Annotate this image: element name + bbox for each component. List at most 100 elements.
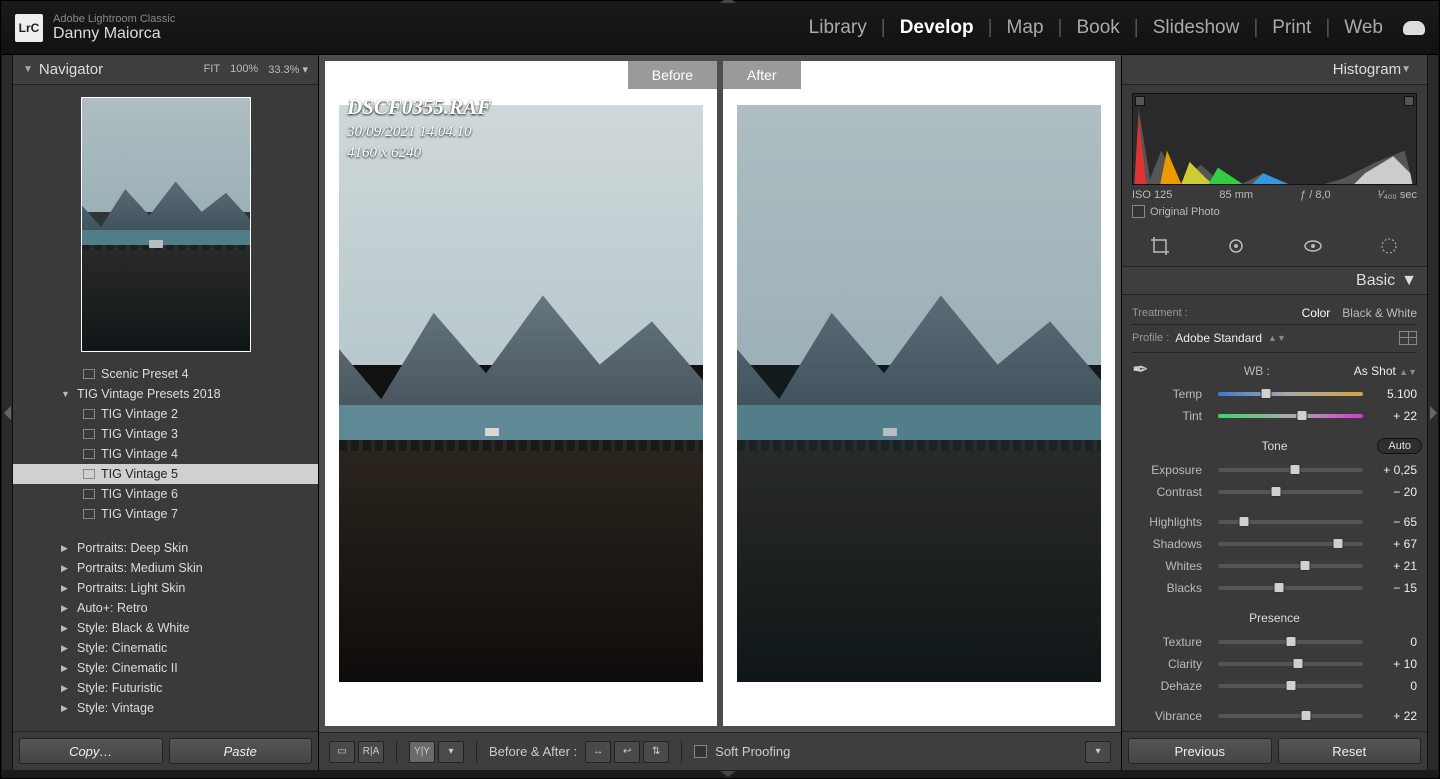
slider-knob[interactable] — [1289, 464, 1300, 475]
slider-knob[interactable] — [1271, 486, 1282, 497]
slider-knob[interactable] — [1260, 388, 1271, 399]
after-pane[interactable]: After — [723, 61, 1115, 726]
preset-group[interactable]: ▶Portraits: Medium Skin — [13, 558, 318, 578]
crop-tool-icon[interactable] — [1150, 236, 1170, 256]
slider-knob[interactable] — [1300, 560, 1311, 571]
auto-button[interactable]: Auto — [1377, 438, 1422, 454]
slider-track[interactable] — [1218, 520, 1363, 524]
histogram[interactable] — [1132, 93, 1417, 185]
preset-group[interactable]: ▶Style: Black & White — [13, 618, 318, 638]
module-slideshow[interactable]: Slideshow — [1153, 17, 1240, 39]
presets-list[interactable]: Scenic Preset 4▼TIG Vintage Presets 2018… — [13, 364, 318, 731]
mask-tool-icon[interactable] — [1379, 236, 1399, 256]
module-library[interactable]: Library — [809, 17, 867, 39]
slider-value[interactable]: + 0,25 — [1371, 463, 1417, 477]
slider-track[interactable] — [1218, 586, 1363, 590]
slider-value[interactable]: + 22 — [1371, 709, 1417, 723]
loupe-view-button[interactable]: ▭ — [329, 741, 355, 763]
slider-value[interactable]: − 15 — [1371, 581, 1417, 595]
slider-track[interactable] — [1218, 468, 1363, 472]
swap-right-button[interactable]: ↔ — [585, 741, 611, 763]
preset-group[interactable]: ▶Style: Cinematic II — [13, 658, 318, 678]
slider-value[interactable]: − 65 — [1371, 515, 1417, 529]
slider-value[interactable]: + 67 — [1371, 537, 1417, 551]
soft-proofing-checkbox[interactable] — [694, 745, 707, 758]
profile-browser-icon[interactable] — [1399, 331, 1417, 345]
swap-both-button[interactable]: ⇅ — [643, 741, 669, 763]
slider-value[interactable]: + 10 — [1371, 657, 1417, 671]
module-print[interactable]: Print — [1272, 17, 1311, 39]
right-panel-grip[interactable] — [1427, 55, 1439, 770]
slider-track[interactable] — [1218, 542, 1363, 546]
slider-knob[interactable] — [1301, 710, 1312, 721]
preset-group[interactable]: ▶Style: Futuristic — [13, 678, 318, 698]
slider-track[interactable] — [1218, 640, 1363, 644]
slider-knob[interactable] — [1297, 410, 1308, 421]
toolbar-more-button[interactable]: ▾ — [1085, 741, 1111, 763]
slider-value[interactable]: 0 — [1371, 635, 1417, 649]
preset-item[interactable]: TIG Vintage 6 — [13, 484, 318, 504]
profile-row[interactable]: Profile : Adobe Standard▲▼ — [1132, 329, 1417, 353]
zoom-option[interactable]: FIT — [204, 63, 221, 76]
slider-track[interactable] — [1218, 490, 1363, 494]
redeye-tool-icon[interactable] — [1303, 236, 1323, 256]
preset-item[interactable]: Scenic Preset 4 — [13, 364, 318, 384]
slider-value[interactable]: − 20 — [1371, 485, 1417, 499]
navigator-header[interactable]: ▼ Navigator FIT100%33.3% ▾ — [13, 55, 318, 85]
module-web[interactable]: Web — [1344, 17, 1383, 39]
ref-view-button[interactable]: R|A — [358, 741, 384, 763]
treatment-color[interactable]: Color — [1302, 306, 1331, 320]
slider-track[interactable] — [1218, 414, 1363, 418]
slider-knob[interactable] — [1292, 658, 1303, 669]
module-book[interactable]: Book — [1076, 17, 1119, 39]
preset-item[interactable]: TIG Vintage 7 — [13, 504, 318, 524]
slider-track[interactable] — [1218, 564, 1363, 568]
preset-group[interactable]: ▼TIG Vintage Presets 2018 — [13, 384, 318, 404]
module-map[interactable]: Map — [1007, 17, 1044, 39]
slider-track[interactable] — [1218, 392, 1363, 396]
slider-value[interactable]: + 21 — [1371, 559, 1417, 573]
ba-dropdown[interactable]: ▾ — [438, 741, 464, 763]
original-photo-toggle[interactable]: Original Photo — [1132, 205, 1417, 218]
slider-value[interactable]: 0 — [1371, 679, 1417, 693]
left-panel-grip[interactable] — [1, 55, 13, 770]
slider-value[interactable]: 5.100 — [1371, 387, 1417, 401]
preset-item[interactable]: TIG Vintage 5 — [13, 464, 318, 484]
slider-value[interactable]: + 22 — [1371, 409, 1417, 423]
slider-track[interactable] — [1218, 714, 1363, 718]
slider-knob[interactable] — [1239, 516, 1250, 527]
copy-button[interactable]: Copy… — [19, 738, 163, 764]
slider-track[interactable] — [1218, 662, 1363, 666]
ba-side-button[interactable]: Y|Y — [409, 741, 435, 763]
navigator-zoom-options[interactable]: FIT 100% 33.3% ▾ — [204, 63, 308, 76]
slider-track[interactable] — [1218, 684, 1363, 688]
slider-knob[interactable] — [1285, 636, 1296, 647]
module-develop[interactable]: Develop — [900, 17, 974, 39]
before-pane[interactable]: Before DSCF0355.RAF 30/09/2021 14.04.10 … — [325, 61, 717, 726]
wb-selector[interactable]: As Shot ▲▼ — [1354, 364, 1417, 378]
previous-button[interactable]: Previous — [1128, 738, 1272, 764]
heal-tool-icon[interactable] — [1226, 236, 1246, 256]
histogram-header[interactable]: Histogram ▼ — [1122, 55, 1427, 85]
preset-group[interactable]: ▶Auto+: Retro — [13, 598, 318, 618]
zoom-option[interactable]: 100% — [230, 63, 258, 76]
cloud-sync-icon[interactable] — [1403, 21, 1425, 35]
filmstrip-grip[interactable] — [1, 770, 1439, 778]
swap-left-button[interactable]: ↩ — [614, 741, 640, 763]
treatment-bw[interactable]: Black & White — [1342, 306, 1417, 320]
original-checkbox[interactable] — [1132, 205, 1145, 218]
paste-button[interactable]: Paste — [169, 738, 313, 764]
basic-header[interactable]: Basic ▼ — [1122, 267, 1427, 295]
slider-knob[interactable] — [1333, 538, 1344, 549]
preset-group[interactable]: ▶Portraits: Deep Skin — [13, 538, 318, 558]
navigator-preview[interactable] — [13, 85, 318, 364]
slider-knob[interactable] — [1273, 582, 1284, 593]
preset-group[interactable]: ▶Style: Cinematic — [13, 638, 318, 658]
eyedropper-icon[interactable]: ✒ — [1132, 357, 1160, 385]
preset-group[interactable]: ▶Style: Vintage — [13, 698, 318, 718]
preset-item[interactable]: TIG Vintage 3 — [13, 424, 318, 444]
preset-item[interactable]: TIG Vintage 4 — [13, 444, 318, 464]
zoom-option[interactable]: 33.3% ▾ — [268, 63, 308, 76]
preset-group[interactable]: ▶Portraits: Light Skin — [13, 578, 318, 598]
slider-knob[interactable] — [1285, 680, 1296, 691]
